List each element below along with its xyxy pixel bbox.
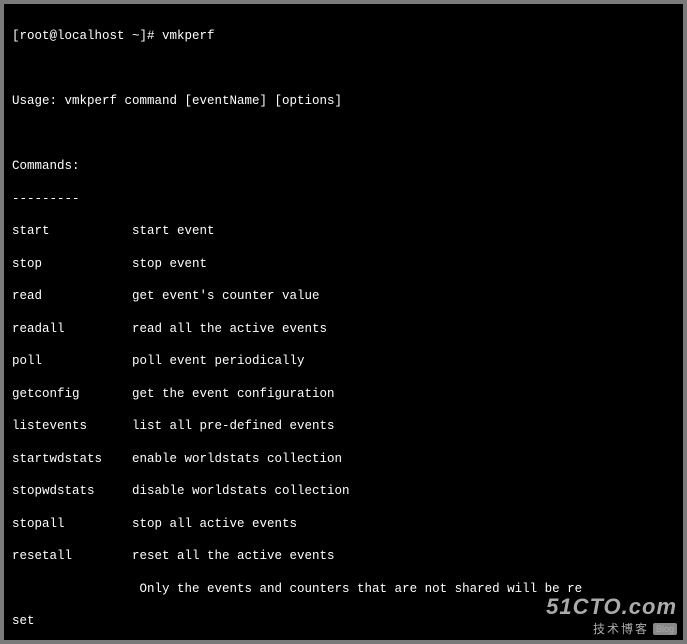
commands-header: Commands: xyxy=(12,158,675,174)
command-name: getconfig xyxy=(12,386,132,402)
commands-divider: --------- xyxy=(12,191,675,207)
command-name: readall xyxy=(12,321,132,337)
command-row: getconfigget the event configuration xyxy=(12,386,675,402)
command-name: stopwdstats xyxy=(12,483,132,499)
watermark-sub: 技术博客 xyxy=(593,622,649,636)
command-desc: stop event xyxy=(132,256,207,272)
command-name: stop xyxy=(12,256,132,272)
watermark-sub-row: 技术博客 Blog xyxy=(546,620,677,638)
typed-command: vmkperf xyxy=(162,29,215,43)
command-row: startstart event xyxy=(12,223,675,239)
command-desc: reset all the active events xyxy=(132,548,335,564)
command-desc: get event's counter value xyxy=(132,288,320,304)
command-name: resetall xyxy=(12,548,132,564)
command-row: listeventslist all pre-defined events xyxy=(12,418,675,434)
shell-prompt: [root@localhost ~]# xyxy=(12,29,162,43)
watermark-blog: Blog xyxy=(653,623,677,635)
command-desc: get the event configuration xyxy=(132,386,335,402)
command-desc: stop all active events xyxy=(132,516,297,532)
command-row: stopwdstatsdisable worldstats collection xyxy=(12,483,675,499)
command-name: stopall xyxy=(12,516,132,532)
watermark-main: 51CTO.com xyxy=(546,594,677,620)
command-row: readallread all the active events xyxy=(12,321,675,337)
command-desc: enable worldstats collection xyxy=(132,451,342,467)
command-name: read xyxy=(12,288,132,304)
watermark: 51CTO.com 技术博客 Blog xyxy=(546,594,677,638)
terminal-window[interactable]: [root@localhost ~]# vmkperf Usage: vmkpe… xyxy=(4,4,683,640)
usage-line: Usage: vmkperf command [eventName] [opti… xyxy=(12,93,675,109)
command-desc: poll event periodically xyxy=(132,353,305,369)
command-desc: disable worldstats collection xyxy=(132,483,350,499)
blank-line xyxy=(12,126,675,142)
command-desc: list all pre-defined events xyxy=(132,418,335,434)
command-name: listevents xyxy=(12,418,132,434)
command-row: stopallstop all active events xyxy=(12,516,675,532)
command-desc: start event xyxy=(132,223,215,239)
command-desc: read all the active events xyxy=(132,321,327,337)
prompt-line-1: [root@localhost ~]# vmkperf xyxy=(12,28,675,44)
command-name: poll xyxy=(12,353,132,369)
command-name: start xyxy=(12,223,132,239)
command-row: startwdstatsenable worldstats collection xyxy=(12,451,675,467)
command-row: readget event's counter value xyxy=(12,288,675,304)
command-row: pollpoll event periodically xyxy=(12,353,675,369)
command-row: stopstop event xyxy=(12,256,675,272)
command-row: resetallreset all the active events xyxy=(12,548,675,564)
command-name: startwdstats xyxy=(12,451,132,467)
blank-line xyxy=(12,61,675,77)
